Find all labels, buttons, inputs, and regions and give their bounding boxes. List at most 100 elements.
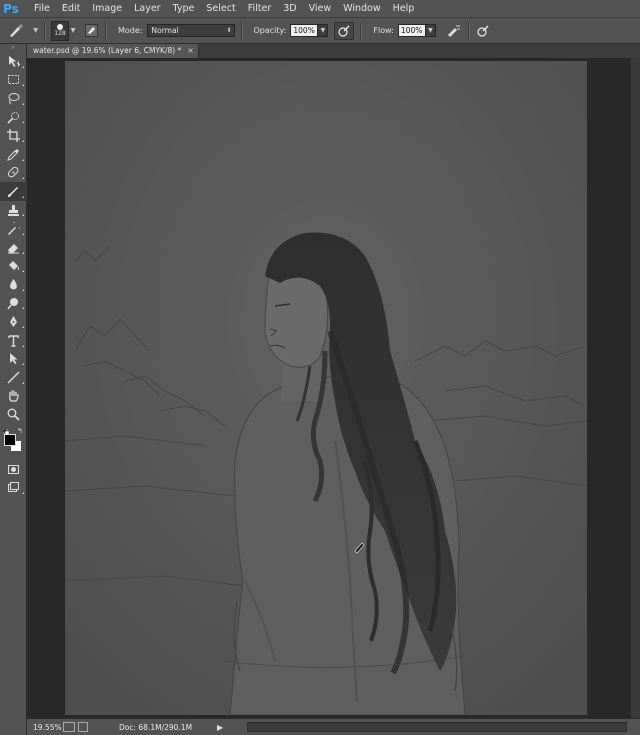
pressure-size-button[interactable]: [475, 23, 491, 39]
tool-crop[interactable]: [0, 126, 27, 145]
healing-brush-icon: [7, 167, 19, 178]
proof-icon[interactable]: [63, 722, 75, 732]
document-canvas[interactable]: [65, 61, 587, 715]
tool-line[interactable]: [0, 368, 27, 387]
tool-eraser[interactable]: [0, 238, 27, 257]
paint-bucket-icon: [9, 261, 19, 271]
default-colors-icon[interactable]: [2, 428, 10, 436]
menu-select[interactable]: Select: [200, 0, 241, 18]
pressure-opacity-button[interactable]: [334, 21, 355, 40]
panel-grip-icon[interactable]: »: [0, 44, 26, 52]
flow-dropdown[interactable]: ▼: [425, 24, 436, 37]
dodge-icon: [7, 297, 18, 309]
menu-file[interactable]: File: [28, 0, 56, 18]
brush-preset-picker[interactable]: 128: [51, 20, 69, 41]
tool-history-brush[interactable]: [0, 219, 27, 238]
brush-icon: [8, 186, 18, 197]
mode-value: Normal: [151, 26, 179, 35]
tool-zoom[interactable]: [0, 405, 27, 424]
divider: [44, 21, 45, 40]
tool-path-select[interactable]: [0, 350, 27, 369]
opacity-label: Opacity:: [253, 26, 287, 35]
tool-healing-brush[interactable]: [0, 164, 27, 183]
tool-brush[interactable]: [0, 182, 27, 201]
pen-icon: [10, 316, 17, 328]
menu-3d[interactable]: 3D: [277, 0, 302, 18]
zoom-level[interactable]: 19.55%: [33, 723, 63, 732]
brush-preset-dropdown[interactable]: ▼: [69, 21, 77, 41]
menu-image[interactable]: Image: [86, 0, 128, 18]
tools-panel: » ↰: [0, 44, 27, 735]
tool-type[interactable]: [0, 331, 27, 350]
chevron-down-icon: ▼: [33, 27, 38, 34]
tool-blur[interactable]: [0, 275, 27, 294]
quick-mask-button[interactable]: [0, 460, 27, 479]
eyedropper-icon: [7, 148, 19, 161]
horizontal-scrollbar[interactable]: [247, 722, 627, 732]
divider: [360, 21, 362, 40]
flow-field[interactable]: 100%: [397, 24, 426, 37]
line-icon: [7, 371, 20, 384]
opacity-dropdown[interactable]: ▼: [318, 24, 329, 37]
brush-panel-toggle[interactable]: [83, 23, 99, 39]
airbrush-icon: [447, 25, 460, 37]
foreground-color-swatch[interactable]: [4, 433, 16, 446]
quick-select-icon: [7, 111, 19, 124]
vertical-scrollbar[interactable]: [630, 58, 640, 718]
close-icon[interactable]: ×: [187, 44, 194, 58]
tool-marquee[interactable]: [0, 71, 27, 90]
path-select-icon: [10, 353, 18, 365]
pen-pressure-size-icon: [477, 25, 489, 37]
brush-icon: [10, 23, 23, 37]
divider: [105, 21, 106, 40]
mode-label: Mode:: [118, 26, 143, 35]
zoom-icon: [7, 408, 20, 421]
color-swatches: ↰: [0, 427, 26, 458]
opacity-field[interactable]: 100%: [290, 24, 319, 37]
chevron-updown-icon: ⬍: [226, 27, 232, 34]
tool-paint-bucket[interactable]: [0, 257, 27, 276]
flow-value: 100%: [400, 26, 423, 35]
artwork-illustration: [65, 61, 587, 715]
tool-lasso[interactable]: [0, 89, 27, 108]
menu-view[interactable]: View: [303, 0, 338, 18]
opacity-value: 100%: [293, 26, 315, 35]
menu-type[interactable]: Type: [167, 0, 201, 18]
menu-layer[interactable]: Layer: [128, 0, 167, 18]
tool-move[interactable]: [0, 52, 27, 71]
menu-window[interactable]: Window: [337, 0, 386, 18]
menu-bar: Ps File Edit Image Layer Type Select Fil…: [0, 0, 640, 18]
pen-pressure-icon: [338, 25, 350, 37]
clone-stamp-icon: [8, 204, 19, 216]
brush-panel-icon: [84, 24, 98, 37]
menu-filter[interactable]: Filter: [242, 0, 278, 18]
tool-dodge[interactable]: [0, 294, 27, 313]
screen-mode-button[interactable]: [0, 478, 27, 497]
divider: [240, 21, 242, 40]
history-brush-icon: [8, 222, 20, 236]
tool-quick-select[interactable]: [0, 108, 27, 127]
status-menu-arrow[interactable]: ▶: [217, 723, 223, 732]
flow-label: Flow:: [373, 26, 394, 35]
tool-eyedropper[interactable]: [0, 145, 27, 164]
menu-help[interactable]: Help: [387, 0, 421, 18]
mode-select[interactable]: Normal ⬍: [146, 24, 235, 37]
brush-size-value: 128: [54, 29, 66, 37]
tool-hand[interactable]: [0, 387, 27, 406]
canvas-workspace[interactable]: [27, 58, 630, 718]
crop-icon: [7, 129, 20, 143]
share-icon[interactable]: [78, 722, 88, 732]
options-bar: ▼ 128 ▼ Mode: Normal ⬍ Opacity: 100% ▼ F…: [0, 18, 640, 44]
divider: [467, 21, 469, 40]
airbrush-button[interactable]: [446, 23, 462, 39]
tool-preset-picker[interactable]: ▼: [8, 21, 38, 41]
photoshop-logo: Ps: [3, 1, 19, 16]
document-tab[interactable]: water.psd @ 19.6% (Layer 6, CMYK/8) * ×: [27, 44, 199, 58]
tool-pen[interactable]: [0, 312, 27, 331]
tool-clone-stamp[interactable]: [0, 201, 27, 220]
document-tab-bar: water.psd @ 19.6% (Layer 6, CMYK/8) * ×: [27, 44, 640, 58]
swap-colors-icon[interactable]: ↰: [17, 427, 23, 435]
type-icon: [8, 335, 19, 347]
menu-edit[interactable]: Edit: [56, 0, 86, 18]
marquee-icon: [8, 75, 19, 85]
